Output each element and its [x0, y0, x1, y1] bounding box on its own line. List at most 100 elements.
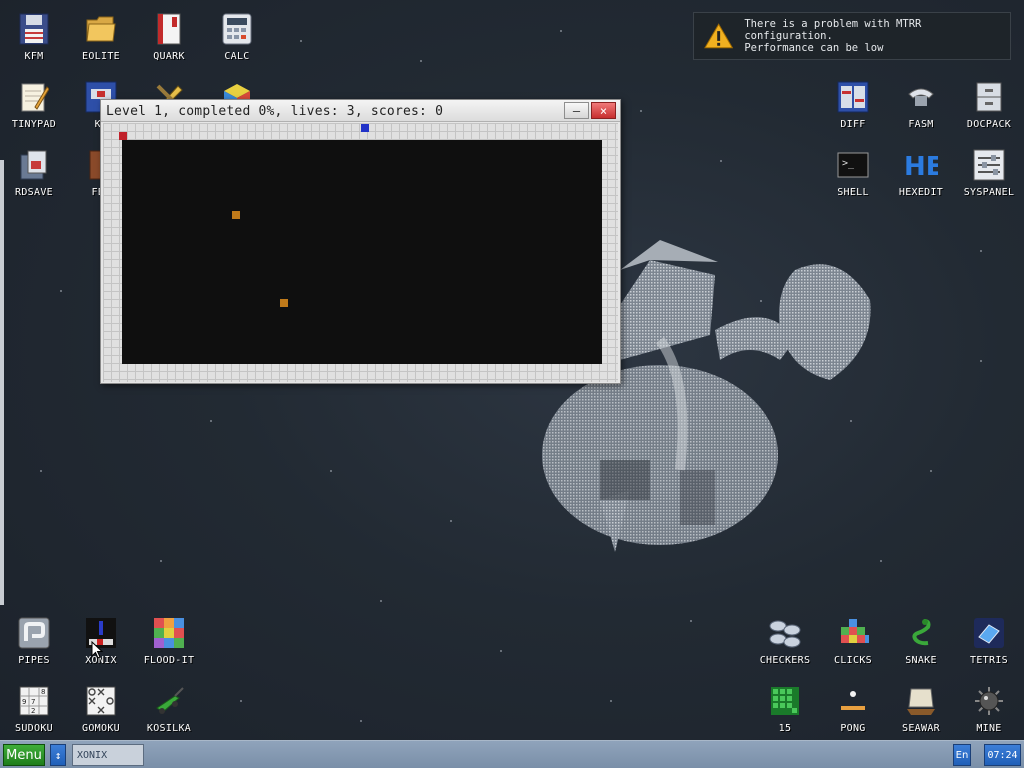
desktop-icon-checkers[interactable]: CHECKERS — [751, 608, 819, 674]
border-enemy — [361, 124, 369, 132]
svg-text:2: 2 — [31, 707, 35, 715]
background-star — [980, 360, 982, 362]
background-star — [930, 470, 932, 472]
background-star — [720, 160, 722, 162]
snake-icon — [904, 616, 938, 650]
svg-text:8: 8 — [41, 688, 45, 696]
window-switch-button[interactable]: ↕ — [50, 744, 66, 766]
background-star — [610, 700, 612, 702]
background-star — [40, 470, 42, 472]
background-star — [60, 290, 62, 292]
minimize-button[interactable]: – — [564, 102, 589, 119]
desktop-icon-snake[interactable]: SNAKE — [887, 608, 955, 674]
xonix-game-window[interactable]: Level 1, completed 0%, lives: 3, scores:… — [100, 99, 621, 384]
background-star — [210, 420, 212, 422]
background-star — [500, 650, 502, 652]
background-star — [300, 40, 302, 42]
svg-text:7: 7 — [31, 698, 35, 706]
desktop-icon-clicks[interactable]: CLICKS — [819, 608, 887, 674]
background-star — [380, 600, 382, 602]
warning-triangle-icon — [704, 23, 734, 49]
bouncing-ball — [280, 299, 288, 307]
taskbar-item-xonix[interactable]: XONIX — [72, 744, 144, 766]
desktop-icon-pong[interactable]: PONG — [819, 676, 887, 742]
close-button[interactable]: × — [591, 102, 616, 119]
save-disk-icon — [17, 148, 51, 182]
sailing-ship-icon — [904, 684, 938, 718]
desktop-icon-kfm[interactable]: KFM — [0, 4, 68, 70]
svg-text:HE: HE — [904, 152, 938, 179]
desktop-icon-docpack[interactable]: DOCPACK — [955, 72, 1023, 138]
colored-blocks-icon — [836, 616, 870, 650]
diff-compare-icon — [836, 80, 870, 114]
checkers-pieces-icon — [768, 616, 802, 650]
desktop-icon-kosilka[interactable]: KOSILKA — [135, 676, 203, 742]
game-board[interactable] — [103, 123, 618, 382]
mine-bomb-icon — [972, 684, 1006, 718]
desktop-icon-mine[interactable]: MINE — [955, 676, 1023, 742]
mouse-cursor-icon — [91, 641, 103, 659]
desktop-icon-hexedit[interactable]: HE HEXEDIT — [887, 140, 955, 206]
color-grid-icon — [152, 616, 186, 650]
background-star — [240, 700, 242, 702]
svg-text:>_: >_ — [842, 158, 855, 169]
background-star — [980, 250, 982, 252]
cabinet-icon — [972, 80, 1006, 114]
desktop-icon-diff[interactable]: DIFF — [819, 72, 887, 138]
desktop-icon-fasm[interactable]: FASM — [887, 72, 955, 138]
background-star — [420, 60, 422, 62]
pipes-game-icon — [17, 616, 51, 650]
tetris-block-icon — [972, 616, 1006, 650]
book-icon — [152, 12, 186, 46]
mtrr-warning-notification[interactable]: There is a problem with MTRR configurati… — [693, 12, 1011, 60]
desktop-icon-sudoku[interactable]: 9782 SUDOKU — [0, 676, 68, 742]
taskbar: Menu ↕ XONIX En 07:24 — [0, 740, 1024, 768]
desktop-icon-tinypad[interactable]: TINYPAD — [0, 72, 68, 138]
hex-letters-icon: HE — [904, 148, 938, 182]
unclaimed-field — [122, 140, 602, 364]
pong-paddle-icon — [836, 684, 870, 718]
desktop-icon-flood-it[interactable]: FLOOD-IT — [135, 608, 203, 674]
lawn-mower-icon — [152, 684, 186, 718]
desktop-icon-eolite[interactable]: EOLITE — [67, 4, 135, 70]
terminal-icon: >_ — [836, 148, 870, 182]
sudoku-grid-icon: 978 2 — [17, 684, 51, 718]
floppy-disk-icon — [17, 12, 51, 46]
background-star — [640, 110, 642, 112]
desktop-icon-seawar[interactable]: SEAWAR — [887, 676, 955, 742]
fifteen-puzzle-icon — [768, 684, 802, 718]
folder-icon — [84, 12, 118, 46]
background-star — [360, 720, 362, 722]
background-star — [160, 560, 162, 562]
desktop-icon-tetris[interactable]: TETRIS — [955, 608, 1023, 674]
tic-tac-toe-icon — [84, 684, 118, 718]
bouncing-ball — [232, 211, 240, 219]
background-star — [880, 560, 882, 562]
background-star — [560, 30, 562, 32]
background-star — [450, 520, 452, 522]
desktop-icon-shell[interactable]: >_ SHELL — [819, 140, 887, 206]
sliders-panel-icon — [972, 148, 1006, 182]
desktop-icon-15[interactable]: 15 — [751, 676, 819, 742]
background-star — [330, 470, 332, 472]
calculator-icon — [220, 12, 254, 46]
notification-line-2: Performance can be low — [744, 42, 884, 54]
chip-hand-icon — [904, 80, 938, 114]
notepad-icon — [17, 80, 51, 114]
desktop-icon-quark[interactable]: QUARK — [135, 4, 203, 70]
desktop-icon-rdsave[interactable]: RDSAVE — [0, 140, 68, 206]
desktop-icon-gomoku[interactable]: GOMOKU — [67, 676, 135, 742]
taskbar-clock[interactable]: 07:24 — [984, 744, 1021, 766]
svg-text:9: 9 — [22, 698, 26, 706]
language-indicator[interactable]: En — [953, 744, 971, 766]
notification-line-1: There is a problem with MTRR configurati… — [744, 18, 922, 42]
window-titlebar[interactable]: Level 1, completed 0%, lives: 3, scores:… — [101, 100, 620, 122]
desktop-icon-pipes[interactable]: PIPES — [0, 608, 68, 674]
desktop-icon-calc[interactable]: CALC — [203, 4, 271, 70]
left-panel-handle[interactable] — [0, 160, 4, 605]
window-title: Level 1, completed 0%, lives: 3, scores:… — [106, 104, 444, 119]
player-marker — [119, 132, 127, 140]
desktop-icon-syspanel[interactable]: SYSPANEL — [955, 140, 1023, 206]
menu-button[interactable]: Menu — [3, 744, 45, 766]
background-star — [690, 620, 692, 622]
